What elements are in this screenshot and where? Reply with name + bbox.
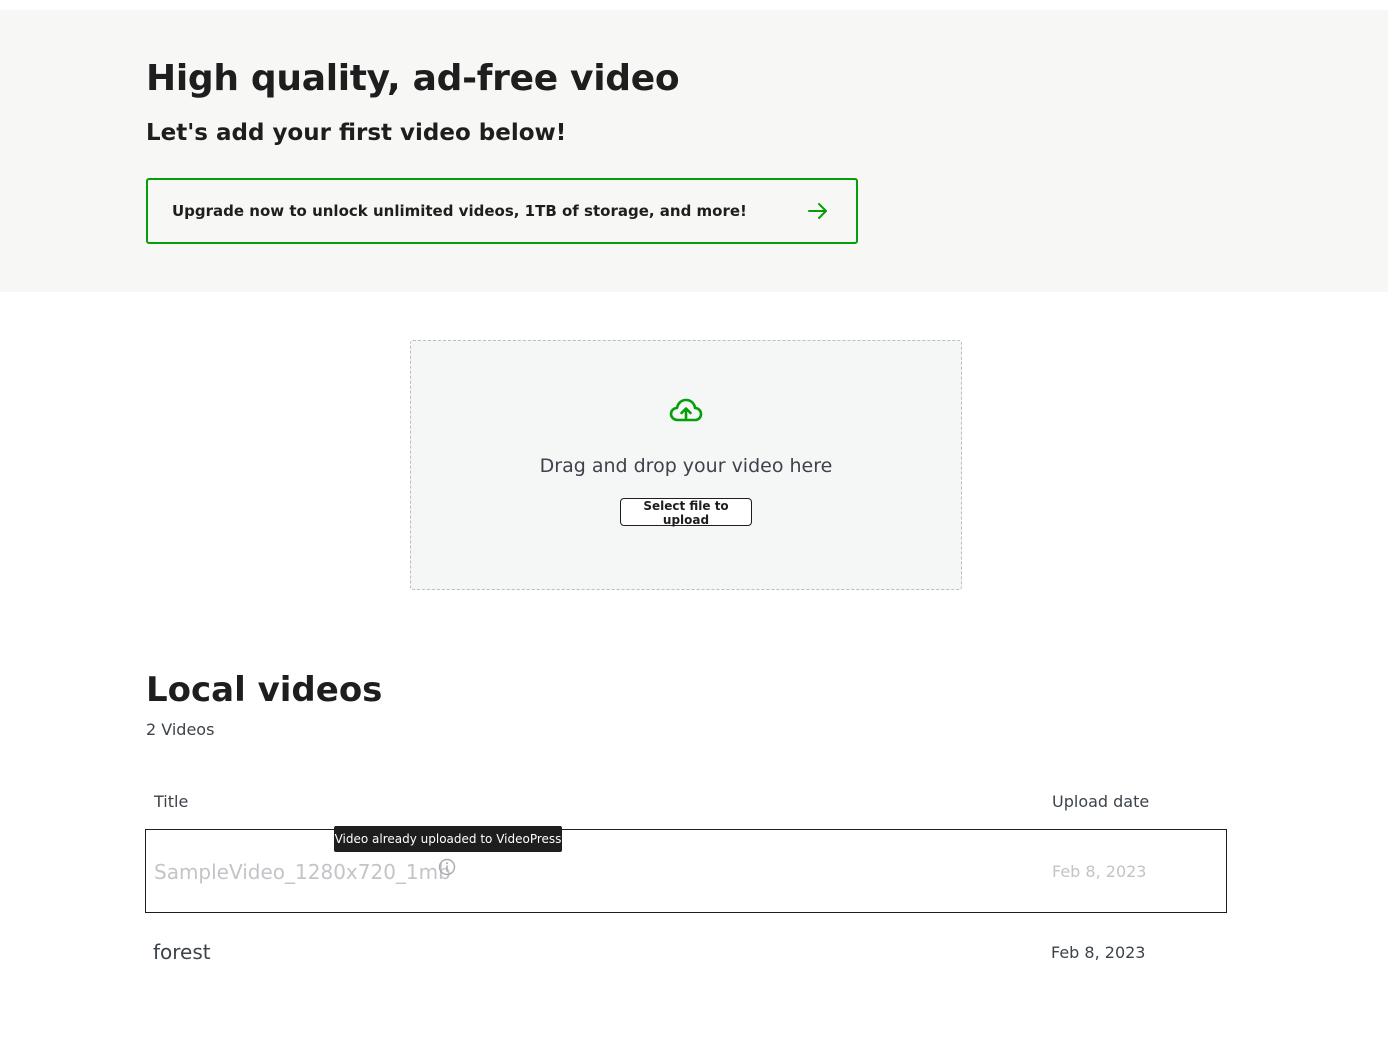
upgrade-banner-text: Upgrade now to unlock unlimited videos, …	[172, 202, 747, 220]
upgrade-banner[interactable]: Upgrade now to unlock unlimited videos, …	[146, 178, 858, 244]
table-row[interactable]: SampleVideo_1280x720_1mb Video already u…	[145, 826, 1227, 913]
video-upload-date: Feb 8, 2023	[1052, 862, 1147, 881]
top-strip	[0, 0, 1388, 10]
local-videos-title: Local videos	[146, 670, 383, 710]
page-title: High quality, ad-free video	[146, 58, 680, 99]
table-header: Title Upload date	[146, 790, 1228, 814]
column-header-title: Title	[154, 792, 189, 811]
upload-drop-zone[interactable]: Drag and drop your video here Select fil…	[410, 340, 962, 590]
video-count: 2 Videos	[146, 720, 215, 739]
table-row[interactable]: forest Feb 8, 2023	[145, 912, 1227, 996]
select-file-button[interactable]: Select file to upload	[620, 498, 752, 527]
video-upload-date: Feb 8, 2023	[1051, 943, 1146, 962]
tooltip: Video already uploaded to VideoPress	[334, 826, 562, 852]
hero-section: High quality, ad-free video Let's add yo…	[0, 10, 1388, 292]
info-icon[interactable]	[438, 858, 456, 876]
video-title: SampleVideo_1280x720_1mb	[154, 860, 451, 884]
cloud-upload-icon	[669, 397, 703, 425]
column-header-upload-date: Upload date	[1052, 792, 1150, 811]
arrow-right-icon	[806, 199, 830, 223]
page-subtitle: Let's add your first video below!	[146, 120, 567, 146]
video-title: forest	[153, 940, 211, 964]
drop-zone-text: Drag and drop your video here	[539, 455, 833, 477]
